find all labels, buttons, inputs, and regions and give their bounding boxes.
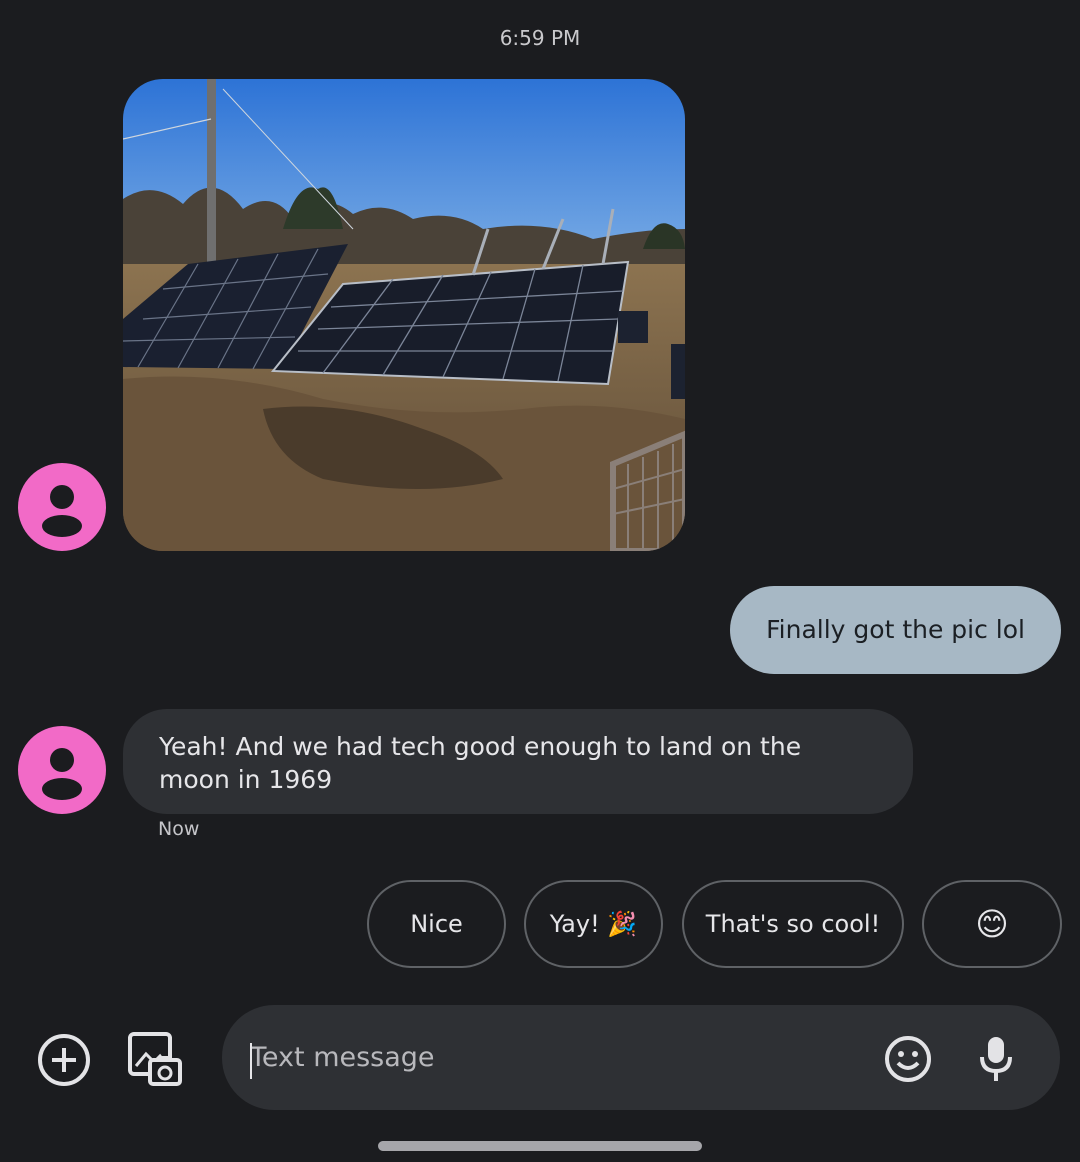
smart-reply-chip[interactable]: Yay! 🎉 [524, 880, 663, 968]
person-icon [42, 485, 82, 537]
text-caret [250, 1043, 252, 1079]
contact-avatar[interactable] [18, 726, 106, 814]
microphone-icon [980, 1037, 1012, 1081]
smart-reply-chip[interactable]: Nice [367, 880, 506, 968]
gallery-camera-button[interactable] [126, 1030, 184, 1088]
emoji-icon [885, 1036, 931, 1082]
smart-reply-chip[interactable]: That's so cool! [682, 880, 904, 968]
incoming-photo-message[interactable] [123, 79, 685, 551]
gallery-camera-icon [128, 1032, 182, 1086]
message-time: Now [158, 818, 200, 840]
compose-bar [222, 1005, 1060, 1110]
microphone-button[interactable] [974, 1033, 1018, 1085]
emoji-button[interactable] [882, 1033, 934, 1085]
message-timestamp: 6:59 PM [499, 26, 581, 50]
contact-avatar[interactable] [18, 463, 106, 551]
text-message-input[interactable] [250, 1005, 850, 1110]
incoming-message-bubble[interactable]: Yeah! And we had tech good enough to lan… [123, 709, 913, 814]
outgoing-message-bubble[interactable]: Finally got the pic lol [730, 586, 1061, 674]
smart-reply-chip[interactable]: 😊 [922, 880, 1062, 968]
person-icon [42, 748, 82, 800]
conversation-screen: 6:59 PM Finally got the pic lol Yeah! An… [0, 0, 1080, 1162]
add-button[interactable] [36, 1032, 92, 1088]
add-icon [38, 1034, 90, 1086]
solar-panels-photo [123, 79, 685, 551]
gesture-home-bar[interactable] [378, 1141, 702, 1151]
